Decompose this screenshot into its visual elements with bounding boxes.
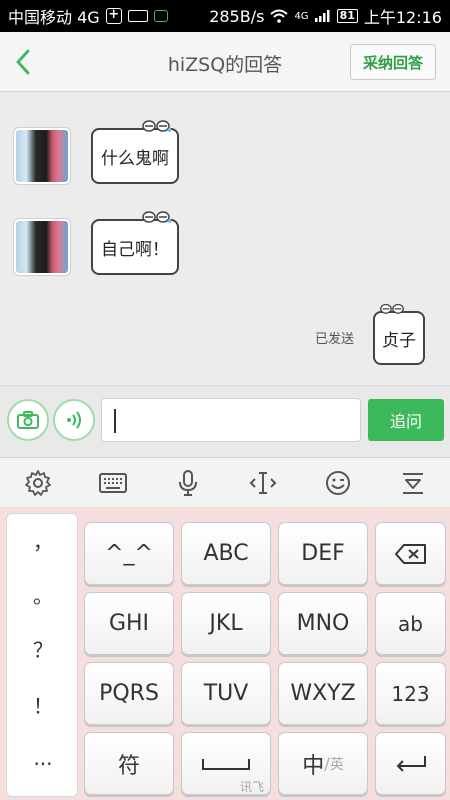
message-bubble-sent[interactable]: 贞子 bbox=[373, 303, 425, 365]
avatar[interactable] bbox=[14, 128, 70, 184]
keyboard: ， 。 ？ ！ ... ^_^ ABC DEF GHI JKL MNO ab P… bbox=[0, 507, 450, 800]
key-wxyz[interactable]: WXYZ bbox=[278, 662, 368, 725]
status-bar: 中国移动 4G + 285B/s 4G 81 上午12:16 bbox=[0, 0, 450, 32]
key-jkl[interactable]: JKL bbox=[181, 592, 271, 655]
key-numbers[interactable]: 123 bbox=[375, 662, 446, 725]
sent-status: 已发送 bbox=[315, 332, 355, 347]
emoji-icon bbox=[325, 470, 350, 495]
enter-key[interactable] bbox=[375, 732, 446, 795]
voice-input-button[interactable] bbox=[168, 463, 208, 503]
message-text: 什么鬼啊 bbox=[101, 148, 169, 169]
network-speed: 285B/s bbox=[209, 6, 265, 26]
keyboard-brand: 讯飞 bbox=[240, 780, 265, 794]
key-ghi[interactable]: GHI bbox=[84, 592, 174, 655]
punct-key[interactable]: ... bbox=[7, 746, 79, 770]
lang-english: 英 bbox=[329, 756, 344, 773]
clock: 上午12:16 bbox=[363, 8, 442, 27]
ask-followup-button[interactable]: 追问 bbox=[368, 399, 444, 441]
cursor-move-button[interactable] bbox=[243, 463, 283, 503]
lang-chinese: 中 bbox=[302, 753, 325, 779]
settings-button[interactable] bbox=[18, 463, 58, 503]
add-icon: + bbox=[105, 8, 122, 24]
key-lowercase[interactable]: ab bbox=[375, 592, 446, 655]
backspace-icon bbox=[394, 543, 426, 564]
bubble-decoration-icon bbox=[380, 303, 404, 314]
punct-key[interactable]: ？ bbox=[7, 634, 79, 663]
voice-icon bbox=[67, 411, 81, 429]
wifi-icon bbox=[270, 9, 289, 23]
key-mno[interactable]: MNO bbox=[278, 592, 368, 655]
hide-keyboard-button[interactable] bbox=[393, 463, 433, 503]
enter-icon bbox=[396, 755, 426, 772]
cursor-icon bbox=[249, 471, 276, 494]
key-pqrs[interactable]: PQRS bbox=[84, 662, 174, 725]
message-bubble[interactable]: 自己啊！ bbox=[91, 211, 179, 275]
key-emoticon[interactable]: ^_^ bbox=[84, 522, 174, 585]
key-tuv[interactable]: TUV bbox=[181, 662, 271, 725]
camera-button[interactable] bbox=[7, 399, 49, 441]
message-text: 贞子 bbox=[382, 330, 416, 351]
bubble-decoration-icon bbox=[142, 211, 171, 223]
text-caret bbox=[114, 409, 116, 433]
language-switch-key[interactable]: 中 / 英 bbox=[278, 732, 368, 795]
adopt-answer-button[interactable]: 采纳回答 bbox=[350, 44, 436, 80]
message-bubble[interactable]: 什么鬼啊 bbox=[91, 120, 179, 184]
battery-icon: 81 bbox=[336, 9, 358, 23]
keyboard-icon bbox=[98, 472, 127, 493]
camera-icon bbox=[17, 411, 39, 429]
collapse-icon bbox=[402, 472, 423, 494]
title-bar: hiZSQ的回答 采纳回答 bbox=[0, 32, 450, 92]
wechat-icon bbox=[153, 10, 168, 22]
signal-icon bbox=[314, 10, 330, 22]
carrier-label: 中国移动 4G bbox=[8, 8, 100, 27]
space-icon bbox=[202, 758, 250, 770]
punct-key[interactable]: 。 bbox=[7, 580, 79, 609]
punct-key[interactable]: ， bbox=[7, 526, 79, 555]
chat-area[interactable]: 什么鬼啊 自己啊！ 已发送 贞子 bbox=[0, 92, 450, 385]
keyboard-toolbar bbox=[0, 457, 450, 507]
key-def[interactable]: DEF bbox=[278, 522, 368, 585]
microphone-icon bbox=[178, 469, 197, 496]
punct-key[interactable]: ！ bbox=[7, 690, 79, 719]
avatar[interactable] bbox=[14, 219, 70, 275]
network-type: 4G bbox=[294, 10, 309, 22]
punctuation-column[interactable]: ， 。 ？ ！ ... bbox=[6, 513, 78, 797]
key-symbols[interactable]: 符 bbox=[84, 732, 174, 795]
keyboard-status-icon bbox=[127, 10, 148, 22]
gear-icon bbox=[24, 469, 51, 496]
message-text: 自己啊！ bbox=[101, 239, 169, 260]
backspace-key[interactable] bbox=[375, 522, 446, 585]
input-bar: 追问 bbox=[0, 385, 450, 457]
emoji-button[interactable] bbox=[318, 463, 358, 503]
voice-button[interactable] bbox=[53, 399, 95, 441]
bubble-decoration-icon bbox=[142, 120, 171, 132]
keyboard-switch-button[interactable] bbox=[93, 463, 133, 503]
key-abc[interactable]: ABC bbox=[181, 522, 271, 585]
message-input[interactable] bbox=[101, 398, 361, 442]
